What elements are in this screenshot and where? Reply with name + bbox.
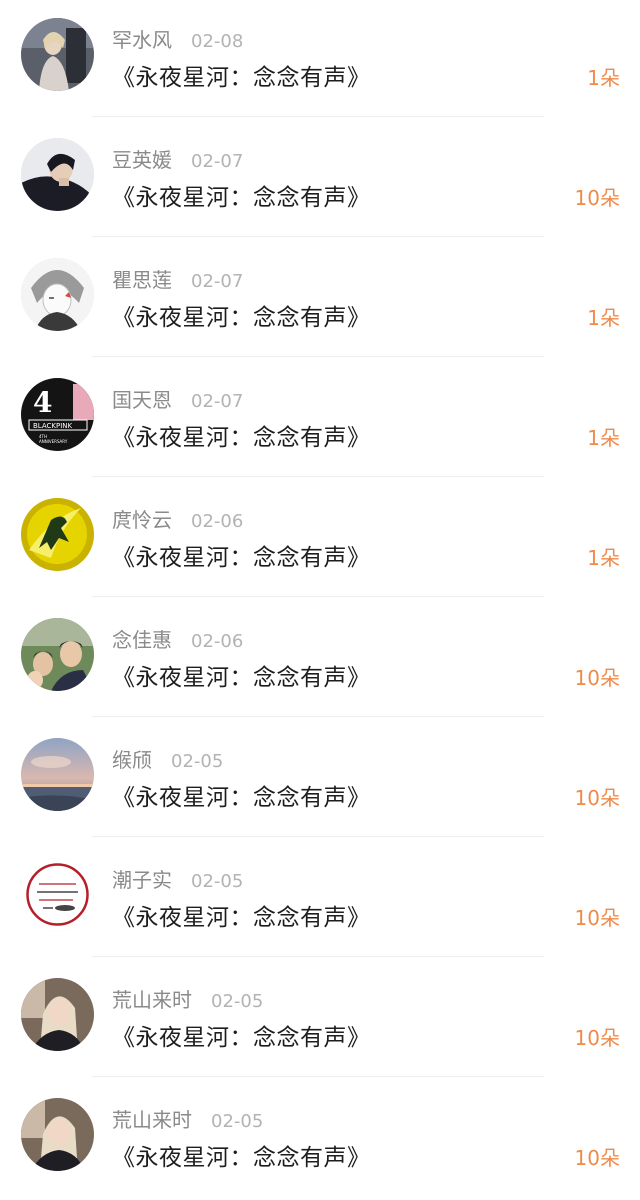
person-photo-avatar-icon [21, 18, 94, 91]
user-name[interactable]: 豆英媛 [112, 144, 172, 173]
divider [92, 356, 544, 357]
book-title[interactable]: 《永夜星河：念念有声》 [112, 778, 371, 812]
person-photo-avatar-icon [21, 138, 94, 211]
blackpink-logo-avatar-icon: 4 BLACKPINK 4TH ANNIVERSARY [21, 378, 94, 451]
book-title[interactable]: 《永夜星河：念念有声》 [112, 658, 371, 692]
user-name[interactable]: 荒山来时 [112, 984, 192, 1013]
avatar[interactable] [21, 858, 94, 931]
gift-count: 10朵 [574, 1026, 620, 1050]
comment-date: 02-05 [191, 871, 244, 892]
list-item[interactable]: 4 BLACKPINK 4TH ANNIVERSARY 国天恩 02-07 《永… [0, 360, 640, 480]
gift-count: 1朵 [587, 546, 620, 570]
book-title[interactable]: 《永夜星河：念念有声》 [112, 58, 371, 92]
list-item[interactable]: 庹怜云 02-06 《永夜星河：念念有声》 1朵 [0, 480, 640, 600]
gift-count: 10朵 [574, 906, 620, 930]
comment-date: 02-05 [211, 991, 264, 1012]
avatar[interactable] [21, 618, 94, 691]
user-name[interactable]: 念佳惠 [112, 624, 172, 653]
svg-text:BLACKPINK: BLACKPINK [33, 422, 73, 430]
divider [92, 836, 544, 837]
svg-text:4: 4 [33, 386, 52, 419]
comment-meta: 缑颀 02-05 [112, 744, 223, 772]
comment-meta: 荒山来时 02-05 [112, 984, 263, 1012]
gift-count: 1朵 [587, 426, 620, 450]
avatar[interactable] [21, 978, 94, 1051]
divider [92, 716, 544, 717]
comment-meta: 潮子实 02-05 [112, 864, 243, 892]
comment-date: 02-05 [171, 751, 224, 772]
divider [92, 1076, 544, 1077]
comment-meta: 国天恩 02-07 [112, 384, 243, 412]
comment-list: 罕水风 02-08 《永夜星河：念念有声》 1朵 豆英媛 02-07 《永夜星河… [0, 0, 640, 1200]
divider [92, 596, 544, 597]
avatar[interactable] [21, 258, 94, 331]
user-name[interactable]: 荒山来时 [112, 1104, 192, 1133]
user-name[interactable]: 庹怜云 [112, 504, 172, 533]
book-title[interactable]: 《永夜星河：念念有声》 [112, 898, 371, 932]
divider [92, 476, 544, 477]
comment-date: 02-07 [191, 391, 244, 412]
avatar[interactable] [21, 498, 94, 571]
gift-count: 10朵 [574, 1146, 620, 1170]
comment-meta: 荒山来时 02-05 [112, 1104, 263, 1132]
comment-meta: 庹怜云 02-06 [112, 504, 243, 532]
list-item[interactable]: 罕水风 02-08 《永夜星河：念念有声》 1朵 [0, 0, 640, 120]
book-title[interactable]: 《永夜星河：念念有声》 [112, 418, 371, 452]
comment-date: 02-07 [191, 151, 244, 172]
user-name[interactable]: 缑颀 [112, 744, 152, 773]
comment-date: 02-07 [191, 271, 244, 292]
gift-count: 10朵 [574, 186, 620, 210]
gift-count: 1朵 [587, 306, 620, 330]
list-item[interactable]: 念佳惠 02-06 《永夜星河：念念有声》 10朵 [0, 600, 640, 720]
badge-stamp-avatar-icon [21, 858, 94, 931]
comment-meta: 豆英媛 02-07 [112, 144, 243, 172]
avatar[interactable] [21, 738, 94, 811]
avatar[interactable]: 4 BLACKPINK 4TH ANNIVERSARY [21, 378, 94, 451]
user-name[interactable]: 潮子实 [112, 864, 172, 893]
list-item[interactable]: 荒山来时 02-05 《永夜星河：念念有声》 10朵 [0, 1080, 640, 1200]
gift-count: 1朵 [587, 66, 620, 90]
divider [92, 956, 544, 957]
book-title[interactable]: 《永夜星河：念念有声》 [112, 1138, 371, 1172]
anime-avatar-icon [21, 258, 94, 331]
comment-meta: 瞿思莲 02-07 [112, 264, 243, 292]
comment-date: 02-08 [191, 31, 244, 52]
book-title[interactable]: 《永夜星河：念念有声》 [112, 538, 371, 572]
comment-date: 02-05 [211, 1111, 264, 1132]
comment-meta: 罕水风 02-08 [112, 24, 243, 52]
gift-count: 10朵 [574, 666, 620, 690]
list-item[interactable]: 荒山来时 02-05 《永夜星河：念念有声》 10朵 [0, 960, 640, 1080]
person-photo-avatar-icon [21, 1098, 94, 1171]
comment-meta: 念佳惠 02-06 [112, 624, 243, 652]
user-name[interactable]: 瞿思莲 [112, 264, 172, 293]
svg-text:ANNIVERSARY: ANNIVERSARY [39, 439, 68, 444]
book-title[interactable]: 《永夜星河：念念有声》 [112, 178, 371, 212]
book-title[interactable]: 《永夜星河：念念有声》 [112, 1018, 371, 1052]
divider [92, 236, 544, 237]
group-photo-avatar-icon [21, 618, 94, 691]
avatar[interactable] [21, 18, 94, 91]
sunset-sea-avatar-icon [21, 738, 94, 811]
list-item[interactable]: 瞿思莲 02-07 《永夜星河：念念有声》 1朵 [0, 240, 640, 360]
list-item[interactable]: 缑颀 02-05 《永夜星河：念念有声》 10朵 [0, 720, 640, 840]
gift-count: 10朵 [574, 786, 620, 810]
divider [92, 116, 544, 117]
avatar[interactable] [21, 138, 94, 211]
comment-date: 02-06 [191, 631, 244, 652]
list-item[interactable]: 豆英媛 02-07 《永夜星河：念念有声》 10朵 [0, 120, 640, 240]
book-title[interactable]: 《永夜星河：念念有声》 [112, 298, 371, 332]
comment-date: 02-06 [191, 511, 244, 532]
user-name[interactable]: 罕水风 [112, 24, 172, 53]
avatar[interactable] [21, 1098, 94, 1171]
person-photo-avatar-icon [21, 978, 94, 1051]
user-name[interactable]: 国天恩 [112, 384, 172, 413]
illustration-avatar-icon [21, 498, 94, 571]
list-item[interactable]: 潮子实 02-05 《永夜星河：念念有声》 10朵 [0, 840, 640, 960]
